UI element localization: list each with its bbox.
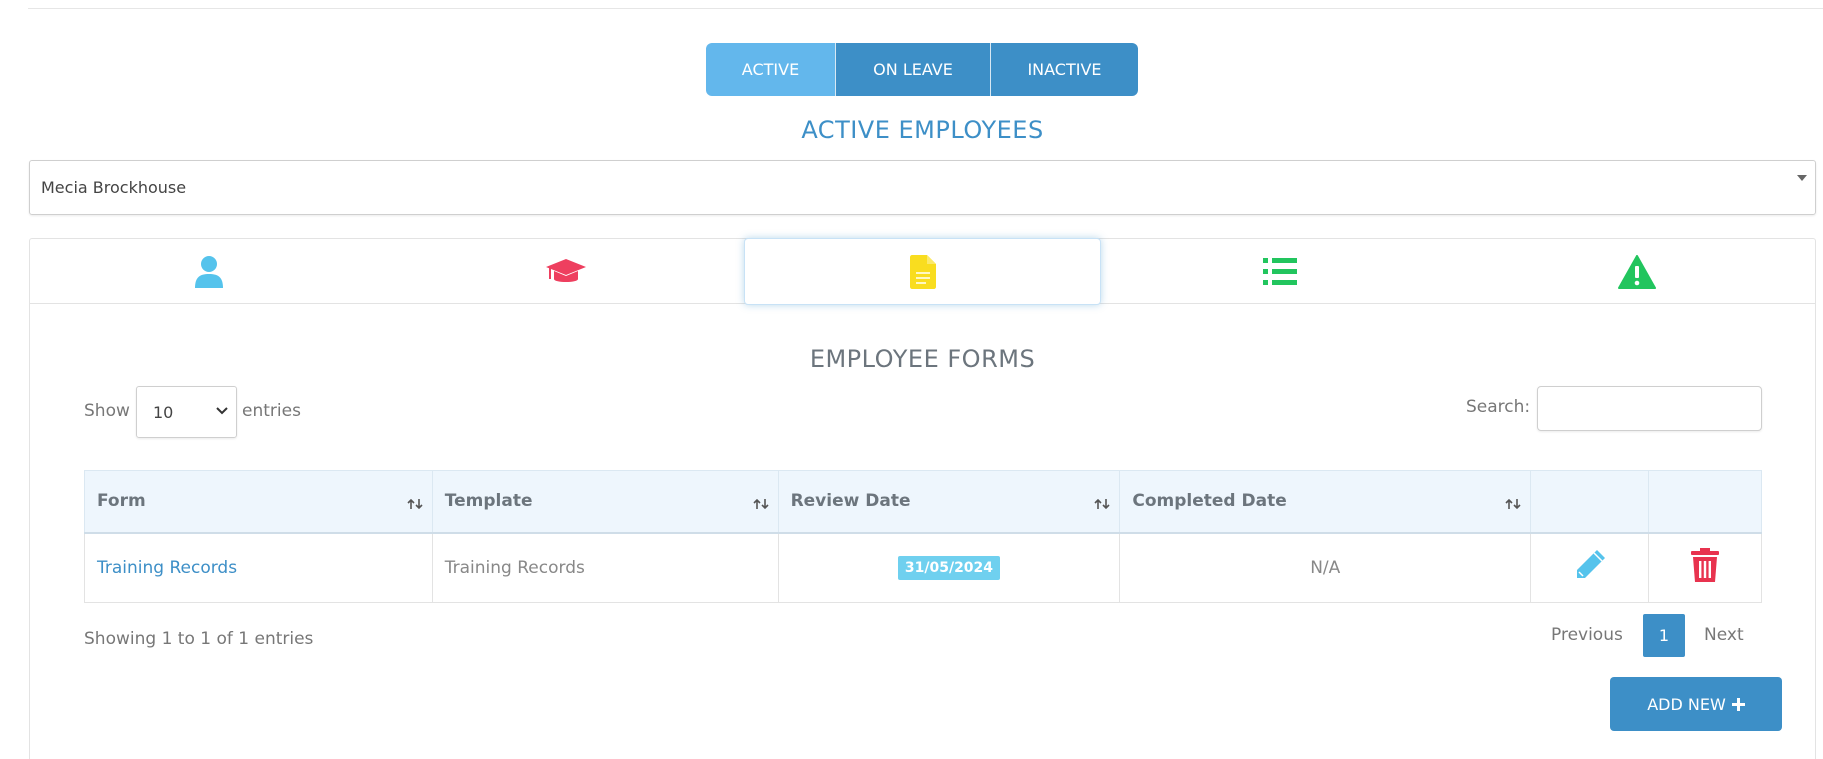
entries-label: entries (242, 401, 301, 421)
pagination-page-1[interactable]: 1 (1643, 614, 1685, 657)
warning-icon (1617, 254, 1656, 289)
section-title: EMPLOYEE FORMS (809, 345, 1036, 373)
search-label: Search: (1466, 397, 1531, 417)
tab-training[interactable] (387, 239, 744, 304)
search-input[interactable] (1537, 386, 1762, 431)
status-tab-inactive[interactable]: INACTIVE (990, 43, 1138, 96)
delete-cell (1648, 532, 1762, 603)
employee-tabbar (30, 238, 1815, 305)
status-tab-on-leave[interactable]: ON LEAVE (835, 43, 990, 96)
column-header-edit (1530, 470, 1650, 534)
tab-profile[interactable] (30, 239, 387, 304)
employee-select[interactable]: Mecia Brockhouse (29, 160, 1816, 215)
entries-per-page-select[interactable]: 10 (136, 386, 237, 438)
column-header-delete (1648, 470, 1762, 534)
completed-date-cell: N/A (1119, 532, 1532, 603)
add-new-button[interactable]: ADD NEW (1610, 677, 1782, 731)
edit-cell (1530, 532, 1650, 603)
plus-icon (1731, 697, 1745, 711)
column-header-template[interactable]: Template (431, 470, 779, 534)
top-divider (28, 8, 1823, 9)
user-icon (194, 255, 223, 288)
employee-panel: EMPLOYEE FORMS Show 10 entries Search: F… (29, 238, 1816, 759)
add-new-label: ADD NEW (1647, 694, 1726, 714)
document-icon (909, 254, 936, 289)
tab-warnings[interactable] (1458, 239, 1815, 304)
table-row: Training Records Training Records 31/05/… (84, 532, 1762, 603)
column-header-review-date[interactable]: Review Date (777, 470, 1121, 534)
table-header-row: Form Template Review Date Completed Date (84, 470, 1762, 534)
employee-select-value: Mecia Brockhouse (41, 178, 187, 197)
form-cell: Training Records (84, 532, 433, 603)
graduation-cap-icon (545, 258, 586, 282)
list-icon (1262, 257, 1297, 285)
template-cell: Training Records (431, 532, 779, 603)
tab-checklist[interactable] (1101, 239, 1458, 304)
review-date-cell: 31/05/2024 (777, 532, 1121, 603)
page-title: ACTIVE EMPLOYEES (801, 116, 1044, 144)
review-date-badge: 31/05/2024 (897, 555, 1001, 580)
trash-icon[interactable] (1691, 548, 1720, 583)
forms-table: Form Template Review Date Completed Date… (84, 470, 1762, 603)
column-header-form[interactable]: Form (84, 470, 433, 534)
sort-icon (407, 499, 423, 509)
sort-icon (752, 499, 769, 509)
column-header-completed-date[interactable]: Completed Date (1119, 470, 1532, 534)
status-tab-active[interactable]: ACTIVE (706, 43, 835, 96)
form-link[interactable]: Training Records (97, 558, 237, 578)
entries-per-page-value: 10 (153, 402, 174, 422)
caret-down-icon (1797, 175, 1807, 181)
sort-icon (1505, 499, 1521, 509)
status-filter-group: ACTIVE ON LEAVE INACTIVE (706, 43, 1138, 96)
sort-icon (1094, 499, 1110, 509)
show-label: Show (84, 401, 130, 421)
pagination-next[interactable]: Next (1704, 613, 1744, 656)
pencil-icon[interactable] (1573, 548, 1607, 582)
tab-forms[interactable] (744, 238, 1101, 305)
chevron-down-icon (216, 407, 228, 415)
table-info: Showing 1 to 1 of 1 entries (84, 629, 314, 649)
pagination-previous[interactable]: Previous (1551, 613, 1623, 656)
